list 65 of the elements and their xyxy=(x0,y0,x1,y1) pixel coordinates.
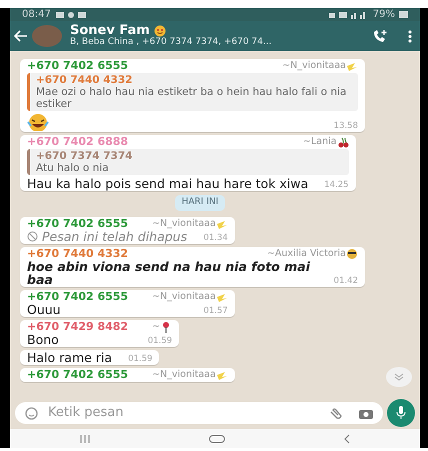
sender-nickname: ~Lania xyxy=(303,136,337,148)
sender-phone: +670 7402 6555 xyxy=(27,368,128,380)
sender-nickname: ~N_vionitaaa xyxy=(152,218,216,230)
notification-icons xyxy=(54,10,89,18)
message-time: 01.42 xyxy=(334,276,358,286)
sender-phone: +670 7402 6888 xyxy=(27,136,128,148)
message-time: 01.34 xyxy=(203,232,228,242)
blocked-icon xyxy=(27,230,38,242)
face-icon xyxy=(346,248,358,260)
double-chevron-icon xyxy=(394,373,404,381)
message-text: Hau ka halo pois send mai hau hare tok xiwa xyxy=(27,177,308,190)
sender-phone: +670 7402 6555 xyxy=(27,218,128,230)
quoted-text: Atu halo o nia xyxy=(36,162,110,174)
message-text: Bono xyxy=(27,332,59,346)
group-members: B, Beba China , +670 7374 7374, +670 74... xyxy=(70,38,273,48)
battery-percent: 79% xyxy=(372,8,395,22)
deleted-notice: Pesan ini telah dihapus xyxy=(42,230,188,242)
message-text: Ouuu xyxy=(27,302,61,316)
quoted-text: Mae ozi o halo hau nia estiketr ba o hein hau halo fali o nia estiker xyxy=(36,86,348,110)
sender-nickname: ~ xyxy=(152,320,160,332)
microphone-icon xyxy=(396,406,406,420)
sender-nickname: ~Auxilia Victoria xyxy=(267,248,346,260)
sender-phone: +670 7440 4332 xyxy=(27,248,128,260)
group-title: Sonev Fam xyxy=(70,24,150,38)
smiling-face-icon xyxy=(154,25,166,38)
emoji-icon xyxy=(25,406,38,420)
back-nav-button[interactable] xyxy=(344,434,350,444)
cherries-icon xyxy=(336,136,349,148)
menu-button[interactable] xyxy=(408,30,412,42)
message-time: 14.25 xyxy=(324,180,349,190)
sender-nickname: ~N_vionitaaa xyxy=(152,290,216,302)
battery-icon xyxy=(399,11,408,18)
message-time: 13.58 xyxy=(334,121,358,131)
sender-nickname: ~N_vionitaaa xyxy=(152,368,216,380)
more-menu-icon xyxy=(408,30,412,42)
message-text: Halo rame ria xyxy=(27,350,112,364)
attach-button[interactable] xyxy=(329,407,343,419)
sender-phone: +670 7402 6555 xyxy=(27,290,128,302)
group-avatar xyxy=(32,25,62,47)
sender-phone: +670 7429 8482 xyxy=(27,320,128,332)
recents-button[interactable] xyxy=(80,434,90,442)
quoted-sender: +670 7440 4332 xyxy=(36,74,134,86)
camera-button[interactable] xyxy=(359,408,373,418)
back-arrow-icon xyxy=(14,30,28,42)
message-time: 01.57 xyxy=(203,306,228,316)
recents-icon xyxy=(80,434,90,442)
sender-nickname: ~N_vionitaaa xyxy=(282,60,346,72)
message-text: hoe abin viona send na hau nia foto mai baa xyxy=(27,260,312,286)
quoted-sender: +670 7374 7374 xyxy=(36,150,134,162)
phone-plus-icon xyxy=(372,29,388,43)
home-button[interactable] xyxy=(209,434,225,442)
camera-icon xyxy=(359,408,373,418)
home-icon xyxy=(209,434,225,442)
paperclip-icon xyxy=(329,407,343,419)
laughing-emoji-sticker xyxy=(27,113,49,131)
date-divider: HARI INI xyxy=(174,195,226,210)
message-field[interactable]: Ketik pesan xyxy=(15,402,383,424)
message-time: 01.59 xyxy=(148,336,172,346)
back-chevron-icon xyxy=(344,434,350,444)
voice-record-button[interactable] xyxy=(387,399,415,427)
add-call-button[interactable] xyxy=(372,29,388,43)
sender-phone: +670 7402 6555 xyxy=(27,60,128,72)
back-button[interactable] xyxy=(14,30,28,42)
message-time: 01.59 xyxy=(128,354,152,364)
status-time: 08:47 xyxy=(22,8,51,22)
